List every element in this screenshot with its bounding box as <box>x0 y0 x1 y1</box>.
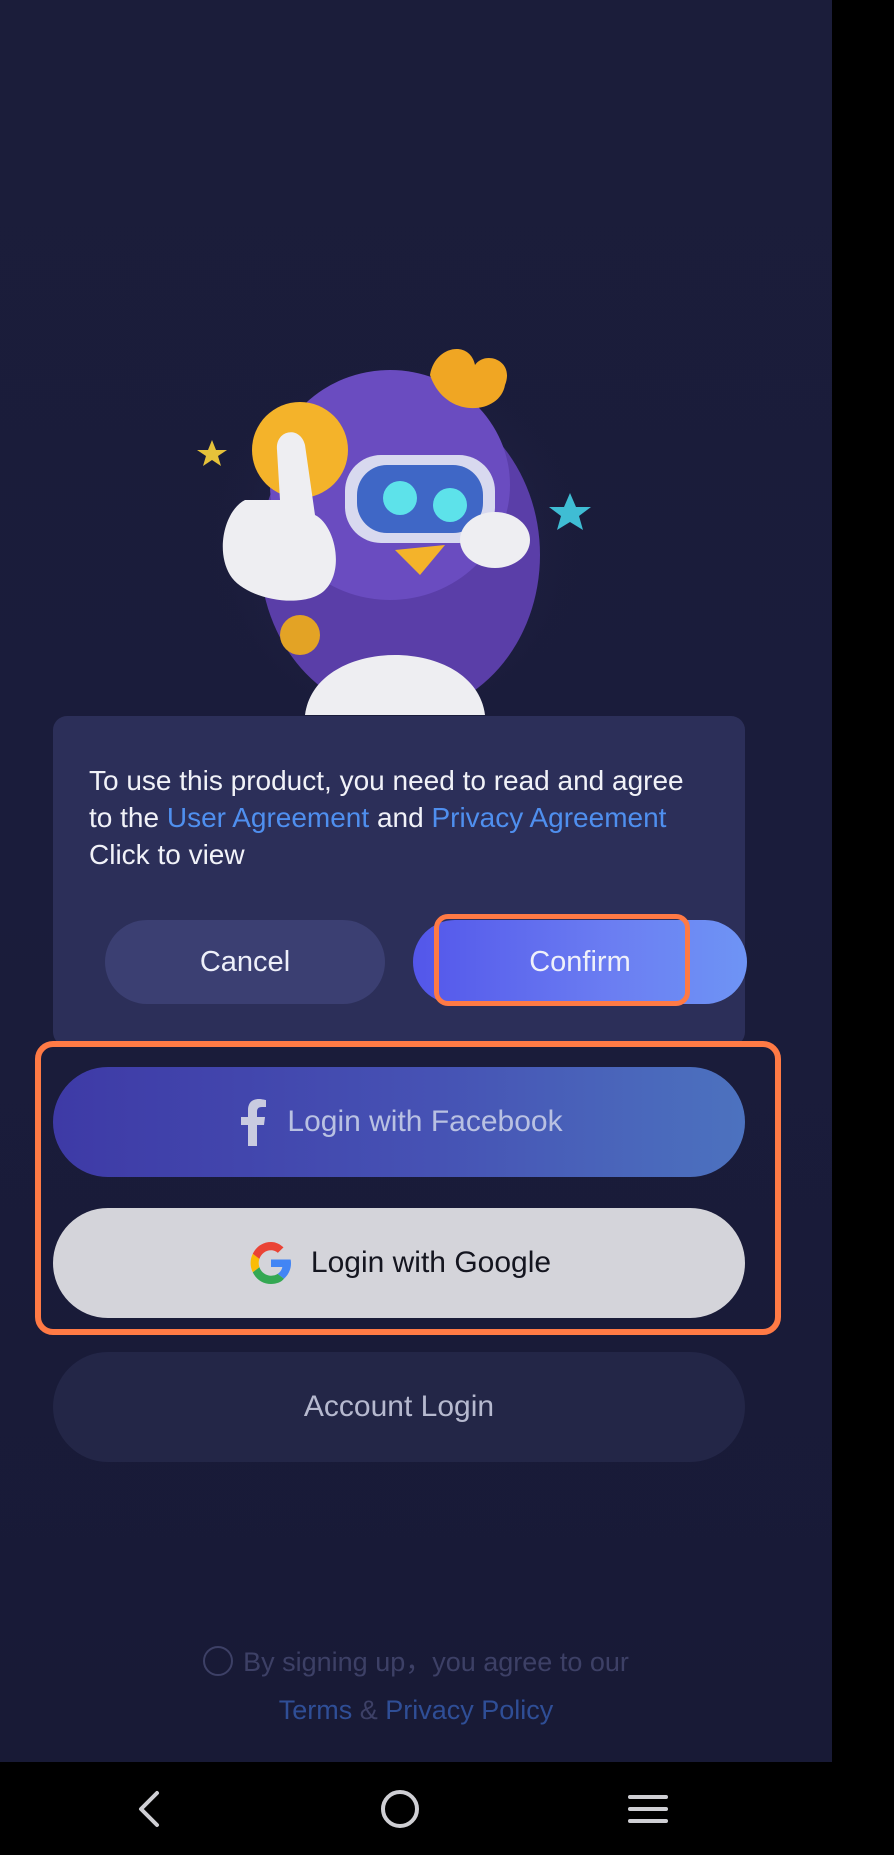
nav-menu-button[interactable] <box>623 1784 673 1834</box>
menu-icon <box>628 1795 668 1823</box>
account-login-button[interactable]: Account Login <box>53 1352 745 1462</box>
login-options-highlight-box <box>35 1041 781 1335</box>
right-edge <box>832 0 894 1762</box>
terms-section: By signing up，you agree to our Terms & P… <box>0 1638 832 1734</box>
privacy-agreement-link[interactable]: Privacy Agreement <box>431 802 666 833</box>
mascot-illustration <box>197 348 591 715</box>
confirm-highlight-box <box>434 914 690 1006</box>
user-agreement-link[interactable]: User Agreement <box>167 802 369 833</box>
system-nav-bar <box>0 1762 894 1855</box>
nav-back-button[interactable] <box>125 1784 175 1834</box>
terms-amp: & <box>359 1695 378 1725</box>
privacy-policy-link[interactable]: Privacy Policy <box>385 1695 553 1725</box>
cancel-button[interactable]: Cancel <box>105 920 385 1004</box>
back-icon <box>139 1791 159 1827</box>
terms-links: Terms & Privacy Policy <box>0 1686 832 1734</box>
terms-link[interactable]: Terms <box>279 1695 353 1725</box>
home-icon <box>381 1790 419 1828</box>
nav-home-button[interactable] <box>375 1784 425 1834</box>
terms-text: By signing up，you agree to our <box>243 1647 629 1677</box>
agreement-text-suffix: Click to view <box>89 839 245 870</box>
terms-line: By signing up，you agree to our <box>0 1638 832 1686</box>
agreement-text: To use this product, you need to read an… <box>89 762 709 873</box>
app-screen: To use this product, you need to read an… <box>0 0 832 1762</box>
account-login-label: Account Login <box>303 1390 495 1423</box>
cancel-button-label: Cancel <box>199 945 291 978</box>
terms-radio[interactable] <box>203 1646 234 1676</box>
agreement-and: and <box>376 802 424 833</box>
